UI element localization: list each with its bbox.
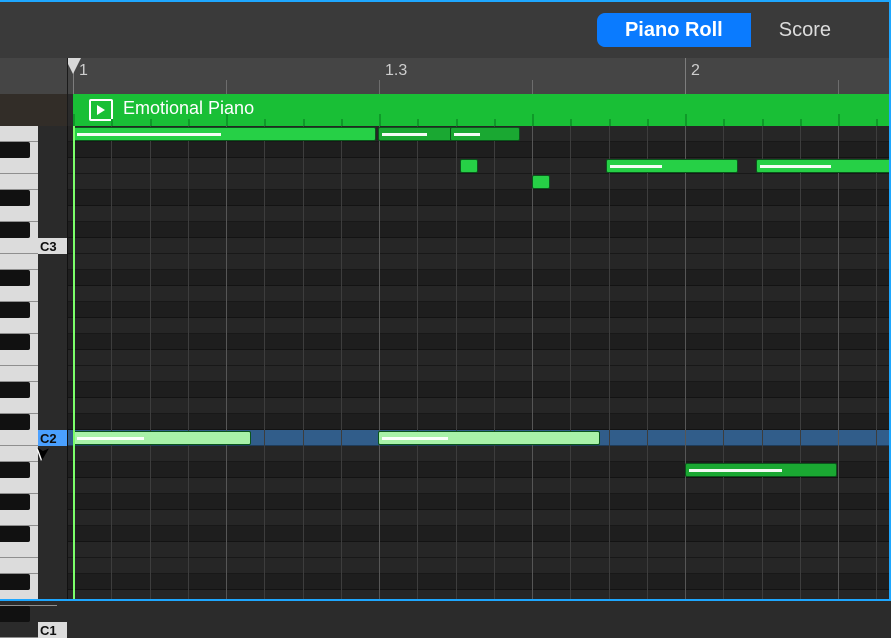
note-lane[interactable] (68, 398, 889, 414)
note-lane[interactable] (68, 590, 889, 599)
note-lane[interactable] (68, 350, 889, 366)
note-lane[interactable] (68, 206, 889, 222)
piano-black-key[interactable] (0, 382, 30, 398)
piano-black-key[interactable] (0, 270, 30, 286)
midi-note[interactable] (460, 159, 478, 173)
note-lane[interactable] (68, 414, 889, 430)
region-title: Emotional Piano (123, 98, 254, 119)
piano-black-key[interactable] (0, 606, 30, 622)
playhead-marker[interactable] (68, 58, 81, 74)
tab-piano-roll[interactable]: Piano Roll (597, 13, 751, 47)
note-lane[interactable] (68, 574, 889, 590)
note-lane[interactable] (68, 286, 889, 302)
ruler-label: 1.3 (385, 62, 407, 80)
note-lane[interactable] (68, 318, 889, 334)
note-lane[interactable] (68, 222, 889, 238)
view-tabs: Piano Roll Score (0, 2, 889, 58)
piano-black-key[interactable] (0, 334, 30, 350)
note-lane[interactable] (68, 542, 889, 558)
note-lane[interactable] (68, 478, 889, 494)
midi-note[interactable] (606, 159, 738, 173)
playhead-line[interactable] (73, 126, 75, 599)
note-lane[interactable] (68, 190, 889, 206)
midi-note[interactable] (73, 431, 251, 445)
midi-note[interactable] (378, 431, 600, 445)
note-lane[interactable] (68, 302, 889, 318)
region-header[interactable]: Emotional Piano (73, 94, 889, 126)
midi-note[interactable] (450, 127, 520, 141)
note-lane[interactable] (68, 270, 889, 286)
piano-roll: C3C2C1 (0, 126, 889, 599)
midi-note[interactable] (73, 127, 376, 141)
note-lane[interactable] (68, 526, 889, 542)
midi-note[interactable] (532, 175, 550, 189)
key-label-column: C3C2C1 (38, 126, 68, 599)
note-lane[interactable] (68, 558, 889, 574)
key-label-c3: C3 (38, 238, 67, 254)
region-header-gutter (0, 94, 68, 126)
piano-black-key[interactable] (0, 190, 30, 206)
note-lane[interactable] (68, 142, 889, 158)
key-label-c2: C2 (38, 430, 67, 446)
note-lane[interactable] (68, 254, 889, 270)
ruler-gutter (0, 58, 68, 94)
note-lane[interactable] (68, 366, 889, 382)
note-lane[interactable] (68, 494, 889, 510)
note-lane[interactable] (68, 174, 889, 190)
piano-black-key[interactable] (0, 526, 30, 542)
piano-black-key[interactable] (0, 222, 30, 238)
ruler-label: 2 (691, 62, 700, 80)
piano-black-key[interactable] (0, 494, 30, 510)
region-icon (89, 99, 113, 121)
note-lane[interactable] (68, 446, 889, 462)
note-lane[interactable] (68, 334, 889, 350)
piano-black-key[interactable] (0, 574, 30, 590)
segmented-control: Piano Roll Score (597, 13, 859, 47)
piano-black-key[interactable] (0, 302, 30, 318)
note-grid[interactable] (68, 126, 889, 599)
timeline-ruler[interactable]: 11.32 (0, 58, 889, 94)
midi-note[interactable] (756, 159, 889, 173)
tab-score[interactable]: Score (751, 13, 859, 47)
piano-black-key[interactable] (0, 414, 30, 430)
midi-note[interactable] (685, 463, 837, 477)
note-lane[interactable] (68, 238, 889, 254)
piano-black-key[interactable] (0, 142, 30, 158)
key-label-c1: C1 (38, 622, 67, 638)
piano-black-key[interactable] (0, 462, 30, 478)
note-lane[interactable] (68, 510, 889, 526)
note-lane[interactable] (68, 382, 889, 398)
